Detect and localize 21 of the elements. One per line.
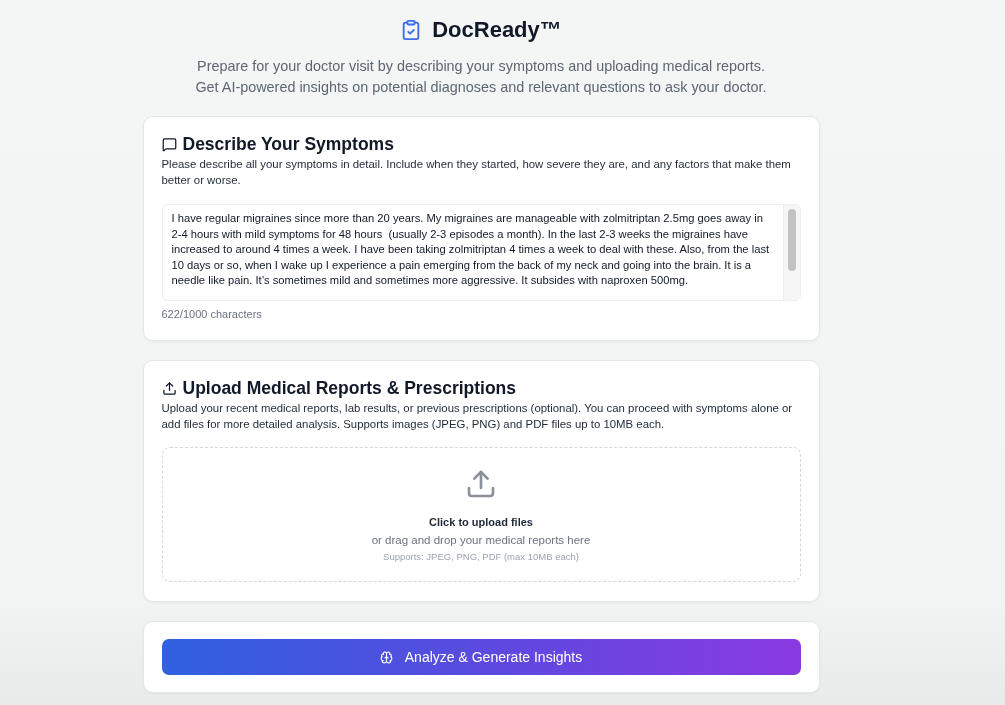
intro-text: Get AI-powered insights on potential diagnoses and relevant questions to ask your doctor. (195, 78, 767, 97)
app-title: DocReady™ (432, 16, 562, 44)
section-description: Upload your recent medical reports, lab results, or previous prescriptions (optional). You can proceed with symptoms alone or add files for more detailed analysis. Supports images (JPEG, PNG) and PDF files up to 10MB each. (161, 401, 794, 432)
character-count: 622/1000 characters (161, 307, 263, 321)
analyze-button[interactable]: Analyze & Generate Insights (161, 639, 801, 675)
file-dropzone[interactable]: Click to upload files or drag and drop your medical reports here Supports: JPEG, PNG, PDF (max 10MB each) (161, 447, 801, 582)
dropzone-hint: Supports: JPEG, PNG, PDF (max 10MB each) (383, 550, 579, 563)
upload-icon (161, 380, 177, 396)
section-title: Upload Medical Reports & Prescriptions (182, 377, 517, 400)
speech-bubble-icon (161, 136, 177, 152)
section-description: Please describe all your symptoms in detail. Include when they started, how severe they are, and any factors that make them better or worse. (161, 157, 792, 188)
intro-text: Prepare for your doctor visit by describing your symptoms and uploading medical reports. (197, 57, 765, 76)
symptoms-textarea[interactable] (161, 204, 801, 301)
dropzone-title: Click to upload files (429, 515, 533, 529)
scrollbar-thumb[interactable] (787, 209, 796, 271)
brain-icon (379, 650, 393, 664)
scrollbar-track[interactable] (782, 205, 800, 300)
upload-icon (465, 468, 497, 500)
dropzone-subtitle: or drag and drop your medical reports here (371, 533, 591, 548)
symptoms-text: I have regular migraines since more than 20 years. My migraines are manageable with zolmitriptan 2.5mg goes away in 2-4 hours with mild symptoms for 48 hours (usually 2-3 episodes a month). In the last 2-3 weeks the migraines have increased to around 4 times a week. I have been taking zolmitriptan 4 times a week to deal with these. Also, from the last 10 days or so, when I wake up I experience a pain emerging from the back of my neck and going into the brain. It is a needle like pain. It’s sometimes mild and sometimes more aggressive. It subsides with naproxen 500mg. (170, 211, 771, 288)
section-title: Describe Your Symptoms (182, 133, 394, 156)
